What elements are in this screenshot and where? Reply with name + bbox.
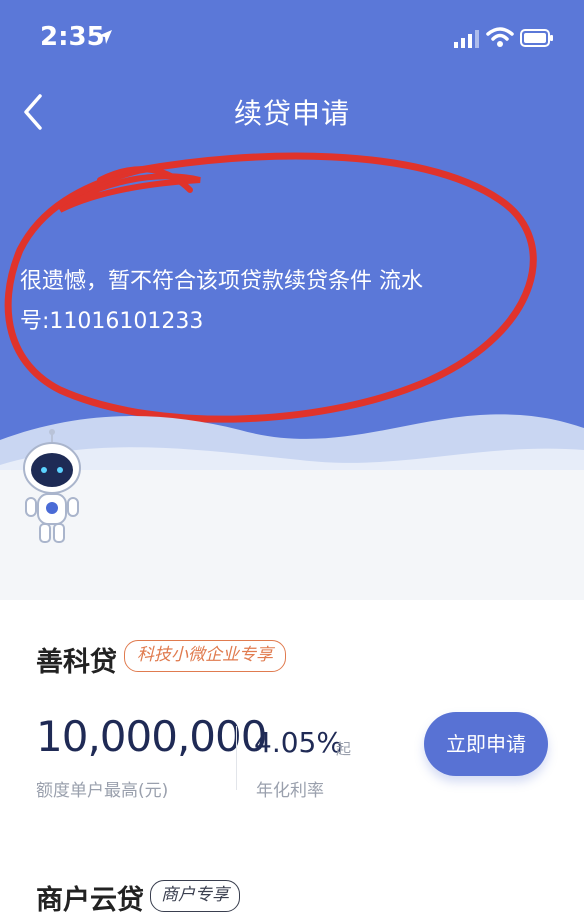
status-time: 2:35 xyxy=(40,22,105,52)
interest-rate-suffix: 起 xyxy=(336,740,352,758)
robot-mascot-icon xyxy=(23,429,81,543)
credit-amount-label: 额度单户最高(元) xyxy=(36,781,169,801)
product-name: 商户云贷 xyxy=(36,885,144,912)
interest-rate-label: 年化利率 xyxy=(256,781,324,801)
credit-amount: 10,000,000 xyxy=(36,712,267,761)
battery-icon xyxy=(520,29,553,47)
status-bar: 2:35 xyxy=(0,0,584,70)
product-tag: 科技小微企业专享 xyxy=(124,640,286,672)
product-tag: 商户专享 xyxy=(150,880,240,912)
stat-divider xyxy=(236,726,237,790)
page-title: 续贷申请 xyxy=(233,97,350,130)
product-name: 善科贷 xyxy=(36,647,117,678)
hero-banner: 2:35 续贷申请 很遗憾，暂不符合该项贷款续贷条件 流水号:110161012… xyxy=(0,0,584,470)
interest-rate: 4.05% xyxy=(254,726,343,759)
signal-icon xyxy=(454,30,479,48)
wifi-icon xyxy=(486,27,514,47)
result-message: 很遗憾，暂不符合该项贷款续贷条件 流水号:11016101233 xyxy=(20,269,423,334)
location-arrow-icon xyxy=(98,30,112,44)
apply-now-button[interactable]: 立即申请 xyxy=(424,712,548,776)
